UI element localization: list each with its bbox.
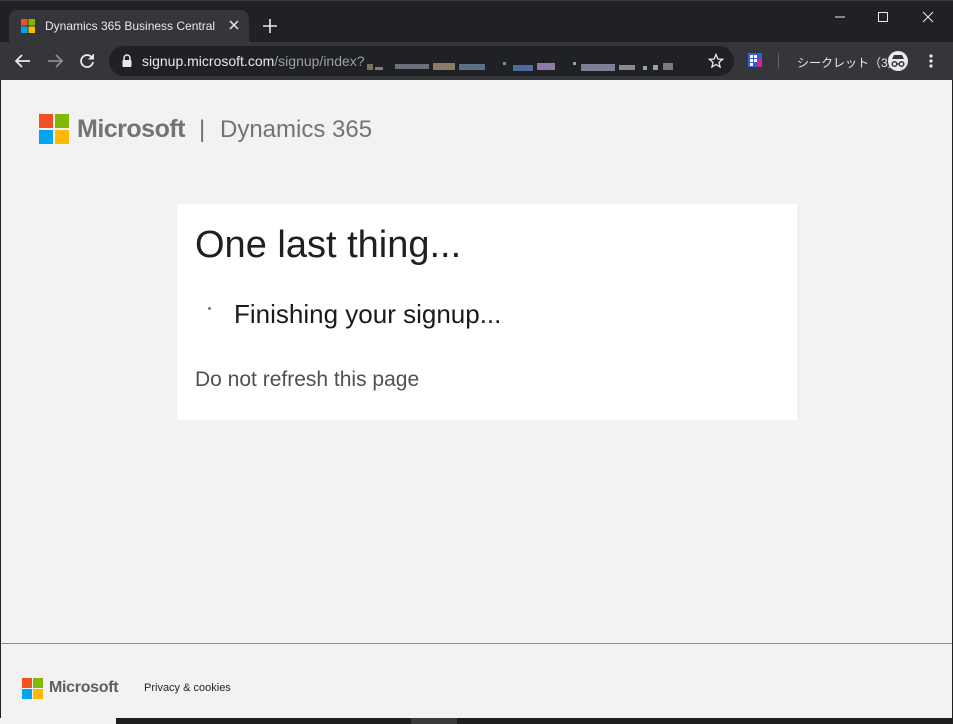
privacy-cookies-link[interactable]: Privacy & cookies bbox=[144, 682, 231, 694]
signup-status-card: One last thing... Finishing your signup.… bbox=[177, 204, 797, 420]
microsoft-logo-icon bbox=[22, 678, 43, 699]
url-host: signup.microsoft.com bbox=[142, 53, 275, 69]
page-content: Microsoft | Dynamics 365 One last thing.… bbox=[1, 80, 952, 643]
microsoft-logo-icon bbox=[39, 114, 69, 144]
brand-name: Microsoft bbox=[77, 115, 186, 143]
bottom-strip-page-edge bbox=[0, 718, 116, 724]
incognito-label[interactable]: シークレット（3） bbox=[797, 54, 900, 71]
tab-title: Dynamics 365 Business Central bbox=[45, 19, 216, 33]
brand-separator: | bbox=[199, 116, 206, 143]
extension-icon[interactable] bbox=[747, 52, 763, 68]
browser-tab[interactable]: Dynamics 365 Business Central bbox=[9, 10, 249, 43]
reload-icon[interactable] bbox=[78, 52, 96, 70]
forward-arrow-icon[interactable] bbox=[46, 52, 64, 70]
toolbar-divider bbox=[778, 53, 779, 69]
kebab-menu-icon[interactable] bbox=[923, 53, 939, 69]
refresh-warning: Do not refresh this page bbox=[195, 368, 420, 391]
page-footer: Microsoft Privacy & cookies bbox=[1, 644, 952, 718]
maximize-icon[interactable] bbox=[871, 7, 895, 27]
close-icon[interactable] bbox=[225, 16, 243, 34]
browser-titlebar: Dynamics 365 Business Central bbox=[0, 0, 953, 43]
incognito-icon[interactable] bbox=[887, 50, 909, 72]
product-name: Dynamics 365 bbox=[220, 116, 373, 143]
redacted-url-query bbox=[366, 58, 687, 71]
footer-brand: Microsoft bbox=[49, 679, 119, 696]
address-bar[interactable]: signup.microsoft.com/signup/index? bbox=[109, 46, 734, 76]
url-text: signup.microsoft.com/signup/index? bbox=[142, 53, 687, 71]
window-close-icon[interactable] bbox=[916, 7, 940, 27]
minimize-icon[interactable] bbox=[828, 7, 852, 27]
page-title: One last thing... bbox=[195, 224, 462, 266]
lock-icon bbox=[122, 54, 132, 67]
status-message: Finishing your signup... bbox=[234, 299, 502, 329]
microsoft-logo-icon bbox=[21, 19, 35, 33]
url-path: /signup/index? bbox=[274, 53, 365, 69]
horizontal-scrollbar-thumb[interactable] bbox=[411, 718, 457, 724]
loading-spinner-icon bbox=[208, 307, 211, 310]
plus-icon[interactable] bbox=[262, 18, 278, 34]
back-arrow-icon[interactable] bbox=[14, 52, 32, 70]
star-icon[interactable] bbox=[708, 53, 724, 69]
bottom-strip bbox=[0, 718, 953, 724]
